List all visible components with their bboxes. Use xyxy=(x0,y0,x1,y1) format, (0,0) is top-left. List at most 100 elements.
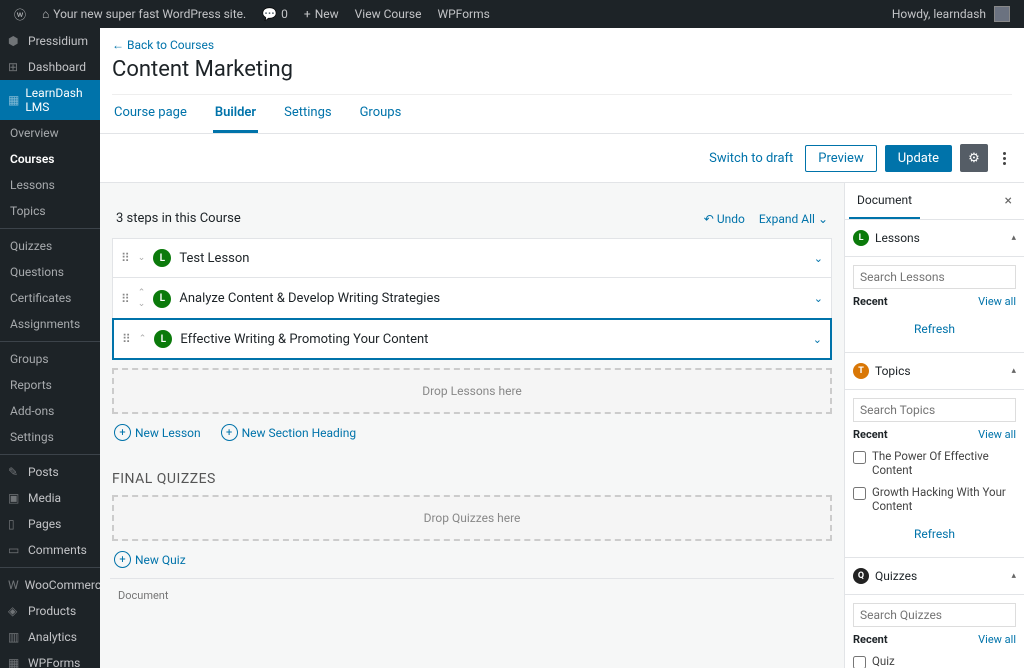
steps-count: 3 steps in this Course xyxy=(116,211,241,226)
update-button[interactable]: Update xyxy=(885,145,952,172)
comment-icon: ▭ xyxy=(8,543,22,557)
document-tab[interactable]: Document xyxy=(849,183,920,219)
final-quizzes-heading: FINAL QUIZZES xyxy=(112,471,832,487)
drop-quizzes-zone[interactable]: Drop Quizzes here xyxy=(112,495,832,541)
move-up-icon[interactable]: ⌃ xyxy=(139,334,147,344)
sidebar-item-dashboard[interactable]: ⊞Dashboard xyxy=(0,54,100,80)
sidebar-item-quizzes[interactable]: Quizzes xyxy=(0,233,100,259)
sidebar-item-addons[interactable]: Add-ons xyxy=(0,398,100,424)
drag-handle[interactable]: ⠿ xyxy=(122,332,131,346)
sidebar-item-topics[interactable]: Topics xyxy=(0,198,100,224)
chevron-up-icon: ▴ xyxy=(1011,366,1016,376)
learndash-icon: ▦ xyxy=(8,93,19,107)
sidebar-item-assignments[interactable]: Assignments xyxy=(0,311,100,337)
sidebar-item-courses[interactable]: Courses xyxy=(0,146,100,172)
recent-label: Recent xyxy=(853,428,888,441)
move-down-icon[interactable]: ⌄ xyxy=(138,299,146,309)
drag-handle[interactable]: ⠿ xyxy=(121,292,130,306)
tab-builder[interactable]: Builder xyxy=(213,95,258,133)
my-account[interactable]: Howdy, learndash xyxy=(886,6,1016,22)
back-link[interactable]: ← Back to Courses xyxy=(112,28,214,52)
wp-logo[interactable]: ⓦ xyxy=(8,6,32,23)
sidebar-item-pages[interactable]: ▯Pages xyxy=(0,511,100,537)
sidebar-item-questions[interactable]: Questions xyxy=(0,259,100,285)
plus-circle-icon: + xyxy=(221,424,238,441)
view-course-link[interactable]: View Course xyxy=(349,7,428,21)
undo-button[interactable]: ↶ Undo xyxy=(704,212,745,226)
sidebar-item-wpforms[interactable]: ▦WPForms xyxy=(0,650,100,668)
tab-course-page[interactable]: Course page xyxy=(112,95,189,133)
lessons-accordion[interactable]: L Lessons ▴ xyxy=(845,220,1024,257)
quizzes-accordion[interactable]: Q Quizzes ▴ xyxy=(845,558,1024,595)
new-menu[interactable]: + New xyxy=(298,7,345,21)
refresh-lessons-link[interactable]: Refresh xyxy=(914,322,955,336)
move-up-icon[interactable]: ⌃ xyxy=(138,288,146,298)
view-all-quizzes-link[interactable]: View all xyxy=(978,633,1016,646)
chevron-up-icon: ▴ xyxy=(1011,571,1016,581)
sidebar-item-groups[interactable]: Groups xyxy=(0,346,100,372)
drag-handle[interactable]: ⠿ xyxy=(121,251,130,265)
drop-lessons-zone[interactable]: Drop Lessons here xyxy=(112,368,832,414)
lesson-row[interactable]: ⠿ ⌃ L Effective Writing & Promoting Your… xyxy=(112,318,832,360)
topic-item[interactable]: Growth Hacking With Your Content xyxy=(853,481,1016,517)
expand-all-button[interactable]: Expand All ⌄ xyxy=(759,212,828,226)
refresh-topics-link[interactable]: Refresh xyxy=(914,527,955,541)
search-topics-input[interactable] xyxy=(853,398,1016,422)
sidebar-item-overview[interactable]: Overview xyxy=(0,120,100,146)
sidebar-item-ld-settings[interactable]: Settings xyxy=(0,424,100,450)
sidebar-item-products[interactable]: ◈Products xyxy=(0,598,100,624)
tab-settings[interactable]: Settings xyxy=(282,95,333,133)
preview-button[interactable]: Preview xyxy=(805,145,876,172)
chevron-down-icon[interactable]: ⌄ xyxy=(814,252,823,265)
new-lesson-button[interactable]: +New Lesson xyxy=(114,424,201,441)
lesson-title: Effective Writing & Promoting Your Conte… xyxy=(180,332,804,347)
close-sidebar-button[interactable]: × xyxy=(997,189,1020,213)
site-name[interactable]: ⌂ Your new super fast WordPress site. xyxy=(36,7,252,21)
home-icon: ⌂ xyxy=(42,7,49,21)
topic-checkbox[interactable] xyxy=(853,451,866,464)
move-down-icon[interactable]: ⌄ xyxy=(138,253,146,263)
editor-actions: Switch to draft Preview Update ⚙ xyxy=(100,134,1024,183)
sidebar-item-woocommerce[interactable]: WWooCommerce xyxy=(0,572,100,598)
sidebar-item-posts[interactable]: ✎Posts xyxy=(0,459,100,485)
sidebar-item-lessons[interactable]: Lessons xyxy=(0,172,100,198)
quiz-item[interactable]: Quiz xyxy=(853,650,1016,668)
view-all-topics-link[interactable]: View all xyxy=(978,428,1016,441)
view-all-lessons-link[interactable]: View all xyxy=(978,295,1016,308)
sidebar-item-comments[interactable]: ▭Comments xyxy=(0,537,100,563)
woo-icon: W xyxy=(8,578,19,592)
recent-label: Recent xyxy=(853,295,888,308)
wpforms-link[interactable]: WPForms xyxy=(431,7,495,21)
sidebar-item-learndash[interactable]: ▦LearnDash LMS xyxy=(0,80,100,120)
more-options-button[interactable] xyxy=(996,147,1012,169)
analytics-icon: ▥ xyxy=(8,630,22,644)
lesson-title: Test Lesson xyxy=(179,251,805,266)
topics-accordion[interactable]: T Topics ▴ xyxy=(845,353,1024,390)
lesson-badge-icon: L xyxy=(853,230,869,246)
sidebar-item-reports[interactable]: Reports xyxy=(0,372,100,398)
sidebar-item-media[interactable]: ▣Media xyxy=(0,485,100,511)
new-section-heading-button[interactable]: +New Section Heading xyxy=(221,424,356,441)
topic-checkbox[interactable] xyxy=(853,487,866,500)
sidebar-item-certificates[interactable]: Certificates xyxy=(0,285,100,311)
comments-count[interactable]: 💬 0 xyxy=(256,7,294,21)
lesson-row[interactable]: ⠿ ⌄ L Test Lesson ⌄ xyxy=(113,239,831,277)
topic-item[interactable]: The Power Of Effective Content xyxy=(853,445,1016,481)
sidebar-item-pressidium[interactable]: ⬢Pressidium xyxy=(0,28,100,54)
pressidium-icon: ⬢ xyxy=(8,34,22,48)
builder-area: 3 steps in this Course ↶ Undo Expand All… xyxy=(100,183,844,668)
admin-toolbar: ⓦ ⌂ Your new super fast WordPress site. … xyxy=(0,0,1024,28)
search-lessons-input[interactable] xyxy=(853,265,1016,289)
switch-to-draft-button[interactable]: Switch to draft xyxy=(705,147,797,170)
page-title: Content Marketing xyxy=(112,53,1012,94)
search-quizzes-input[interactable] xyxy=(853,603,1016,627)
lesson-row[interactable]: ⠿ ⌃⌄ L Analyze Content & Develop Writing… xyxy=(113,277,831,319)
new-quiz-button[interactable]: +New Quiz xyxy=(114,551,186,568)
chevron-down-icon[interactable]: ⌄ xyxy=(813,333,822,346)
chevron-down-icon[interactable]: ⌄ xyxy=(814,292,823,305)
settings-button[interactable]: ⚙ xyxy=(960,144,988,172)
tab-groups[interactable]: Groups xyxy=(358,95,404,133)
gear-icon: ⚙ xyxy=(968,151,980,166)
quiz-checkbox[interactable] xyxy=(853,656,866,668)
sidebar-item-analytics[interactable]: ▥Analytics xyxy=(0,624,100,650)
